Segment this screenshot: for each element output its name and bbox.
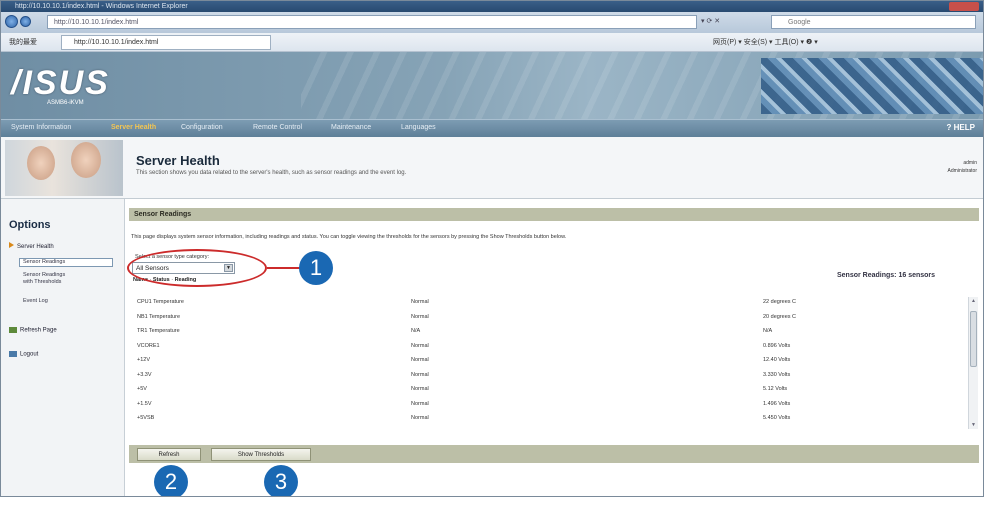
sidebar-item-sensor-readings[interactable]: Sensor Readings — [23, 259, 65, 265]
table-row: +1.5V Normal 1.496 Volts — [131, 399, 969, 410]
page-title: Server Health — [136, 153, 220, 168]
scroll-thumb[interactable] — [970, 311, 977, 367]
user-name: admin — [963, 160, 977, 166]
main-content: Sensor Readings This page displays syste… — [125, 199, 983, 496]
sidebar-item-server-health[interactable]: Server Health — [9, 242, 54, 250]
sidebar-item-sensor-thresholds[interactable]: Sensor Readings with Thresholds — [23, 272, 65, 286]
sidebar-item-logout[interactable]: Logout — [9, 351, 38, 358]
menu-server-health[interactable]: Server Health — [111, 124, 156, 131]
sensor-reading: 0.896 Volts — [763, 342, 791, 349]
callout-highlight — [127, 249, 267, 287]
close-window-button[interactable] — [949, 2, 979, 11]
forward-icon[interactable] — [20, 16, 31, 27]
command-bar[interactable]: 网页(P) ▾ 安全(S) ▾ 工具(O) ▾ ❷ ▾ — [713, 37, 818, 47]
address-row: http://10.10.10.1/index.html ▾ ⟳ ✕ Googl… — [1, 12, 983, 33]
table-row: NB1 Temperature Normal 20 degrees C — [131, 312, 969, 323]
menu-languages[interactable]: Languages — [401, 124, 436, 131]
sensor-name: +12V — [137, 357, 150, 363]
sensor-status: Normal — [411, 342, 429, 349]
favorites-bar: 我的最爱 http://10.10.10.1/index.html 网页(P) … — [1, 33, 983, 52]
sidebar-item-refresh-page[interactable]: Refresh Page — [9, 327, 57, 334]
back-icon[interactable] — [5, 15, 18, 28]
section-title: Sensor Readings — [129, 208, 979, 221]
menu-system-information[interactable]: System Information — [11, 124, 71, 131]
browser-window: http://10.10.10.1/index.html - Windows I… — [0, 0, 984, 497]
product-name: ASMB6-iKVM — [47, 100, 84, 106]
user-info: admin Administrator — [948, 159, 977, 175]
sensor-status: Normal — [411, 400, 429, 407]
main-menu: System Information Server Health Configu… — [1, 119, 983, 137]
sensor-status: Normal — [411, 386, 429, 392]
sensor-name: VCORE1 — [137, 342, 160, 349]
sensor-table: CPU1 Temperature Normal 22 degrees C NB1 Te… — [131, 295, 969, 428]
callout-1: 1 — [299, 251, 333, 285]
sensor-reading: 1.496 Volts — [763, 400, 791, 407]
sensor-name: NB1 Temperature — [137, 313, 181, 320]
banner-graphic — [761, 58, 983, 114]
refresh-icon — [9, 327, 17, 333]
options-sidebar: Options Server Health Sensor Readings Se… — [1, 199, 125, 496]
search-input[interactable]: Google — [771, 15, 976, 29]
sensor-reading: N/A — [763, 328, 773, 334]
sensor-reading: 22 degrees C — [763, 299, 797, 305]
sensor-status: Normal — [411, 415, 429, 421]
window-title-bar: http://10.10.10.1/index.html - Windows I… — [1, 1, 983, 12]
table-row: TR1 Temperature N/A N/A — [131, 326, 969, 337]
favorites-button[interactable]: 我的最爱 — [9, 37, 37, 47]
asus-logo: /ISUS — [11, 64, 110, 102]
show-thresholds-button[interactable]: Show Thresholds — [211, 448, 311, 461]
sensor-name: +5V — [137, 386, 147, 392]
menu-configuration[interactable]: Configuration — [181, 124, 223, 131]
asus-banner: /ISUS ASMB6-iKVM — [1, 52, 983, 119]
table-row: +3.3V Normal 3.330 Volts — [131, 370, 969, 381]
table-row: +5VSB Normal 5.450 Volts — [131, 413, 969, 424]
sensor-name: +3.3V — [137, 371, 152, 378]
callout-3: 3 — [264, 465, 298, 496]
sensor-status: N/A — [411, 328, 421, 334]
sensor-name: +1.5V — [137, 400, 152, 407]
scroll-down-icon[interactable]: ▼ — [971, 422, 976, 428]
address-bar[interactable]: http://10.10.10.1/index.html — [47, 15, 697, 29]
sensor-status: Normal — [411, 371, 429, 378]
header-photo — [5, 140, 123, 196]
address-tools[interactable]: ▾ ⟳ ✕ — [701, 15, 771, 29]
sensor-name: +5VSB — [137, 415, 155, 421]
window-title: http://10.10.10.1/index.html - Windows I… — [15, 3, 188, 10]
page-header: Server Health This section shows you dat… — [1, 137, 983, 199]
page-description: This section shows you data related to t… — [136, 170, 407, 176]
help-button[interactable]: ? HELP — [947, 123, 975, 132]
scroll-up-icon[interactable]: ▲ — [971, 298, 976, 304]
options-title: Options — [9, 219, 51, 231]
sensor-status: Normal — [411, 357, 429, 363]
sensor-count: Sensor Readings: 16 sensors — [837, 272, 936, 279]
arrow-icon — [9, 242, 14, 248]
sensor-reading: 5.450 Volts — [763, 415, 791, 421]
menu-remote-control[interactable]: Remote Control — [253, 124, 302, 131]
sensor-reading: 12.40 Volts — [763, 357, 791, 363]
user-role: Administrator — [947, 168, 977, 174]
sensor-name: CPU1 Temperature — [137, 299, 184, 305]
table-row: VCORE1 Normal 0.896 Volts — [131, 341, 969, 352]
refresh-button[interactable]: Refresh — [137, 448, 201, 461]
sensor-reading: 5.12 Volts — [763, 386, 788, 392]
section-intro: This page displays system sensor informa… — [131, 234, 567, 240]
table-row: +5V Normal 5.12 Volts — [131, 384, 969, 395]
table-row: +12V Normal 12.40 Volts — [131, 355, 969, 366]
menu-maintenance[interactable]: Maintenance — [331, 124, 371, 131]
browser-tab[interactable]: http://10.10.10.1/index.html — [61, 35, 271, 50]
sensor-name: TR1 Temperature — [137, 328, 180, 334]
logout-icon — [9, 351, 17, 357]
callout-2: 2 — [154, 465, 188, 496]
sidebar-item-event-log[interactable]: Event Log — [23, 298, 48, 304]
table-row: CPU1 Temperature Normal 22 degrees C — [131, 297, 969, 308]
sensor-reading: 20 degrees C — [763, 313, 797, 320]
sensor-status: Normal — [411, 313, 429, 320]
sensor-reading: 3.330 Volts — [763, 371, 791, 378]
sensor-status: Normal — [411, 299, 429, 305]
button-bar: Refresh Show Thresholds — [129, 445, 979, 463]
table-scrollbar[interactable]: ▲ ▼ — [968, 297, 978, 429]
